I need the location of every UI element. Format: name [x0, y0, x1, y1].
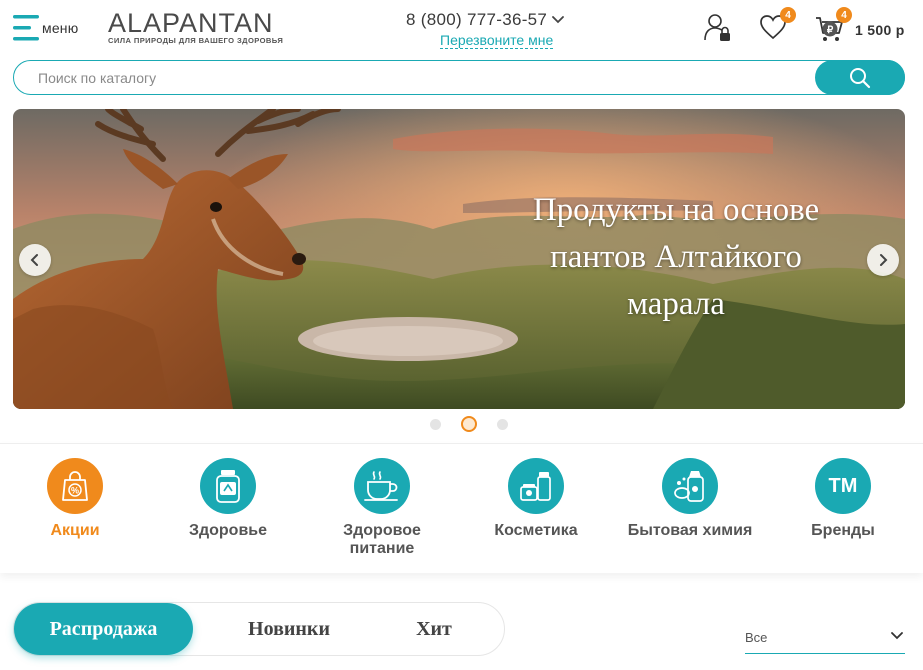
slider-pagination: [420, 416, 518, 432]
slider-dot-3[interactable]: [497, 418, 508, 430]
household-chemicals-icon: [674, 471, 704, 502]
cart-sum[interactable]: 1 500 р: [855, 22, 905, 38]
favorites-button[interactable]: 4: [759, 7, 796, 45]
slider-dot-2[interactable]: [461, 416, 477, 432]
tab-hit[interactable]: Хит: [369, 603, 499, 655]
slider-next-button[interactable]: [867, 244, 899, 276]
banner-line-1: Продукты на основе: [532, 192, 820, 228]
tab-new[interactable]: Новинки: [209, 603, 369, 655]
category-label: Косметика: [494, 522, 578, 539]
category-bar: % Акции Здоровье Здоровое питание Космет…: [0, 443, 923, 573]
svg-text:%: %: [71, 486, 79, 496]
svg-text:₽: ₽: [827, 25, 834, 36]
category-household-circle: [662, 458, 718, 514]
cart-button[interactable]: ₽ 4: [815, 7, 852, 48]
trademark-icon: TM: [828, 474, 858, 497]
category-label: Акции: [50, 522, 100, 539]
category-label: Здоровье: [188, 522, 268, 539]
category-sale[interactable]: % Акции: [10, 458, 140, 540]
category-health-circle: [200, 458, 256, 514]
phone-text: 8 (800) 777-36-57: [406, 10, 548, 29]
category-label: Бытовая химия: [627, 522, 753, 539]
cosmetics-icon: [520, 472, 551, 501]
category-label: Здоровое питание: [343, 522, 421, 557]
category-healthy-food[interactable]: Здоровое питание: [317, 458, 447, 558]
chevron-left-icon: [30, 254, 38, 266]
category-household[interactable]: Бытовая химия: [625, 458, 755, 540]
logo-tagline: СИЛА ПРИРОДЫ ДЛЯ ВАШЕГО ЗДОРОВЬЯ: [108, 36, 284, 45]
category-brands[interactable]: TM Бренды: [778, 458, 908, 540]
product-tabs: Распродажа Новинки Хит: [13, 602, 505, 656]
supplement-jar-icon: [216, 470, 240, 503]
category-health[interactable]: Здоровье: [163, 458, 293, 540]
header: меню ALAPANTAN СИЛА ПРИРОДЫ ДЛЯ ВАШЕГО З…: [0, 0, 923, 58]
phone-number[interactable]: 8 (800) 777-36-57: [406, 10, 586, 30]
logo-wordmark: ALAPANTAN: [108, 9, 274, 35]
banner-line-2: пантов Алтайкого: [550, 239, 802, 275]
favorites-badge: 4: [780, 7, 796, 23]
filter-select[interactable]: Все: [745, 620, 905, 654]
discount-bag-icon: %: [62, 471, 88, 501]
slider-prev-button[interactable]: [19, 244, 51, 276]
tab-sale[interactable]: Распродажа: [14, 603, 193, 655]
search-button[interactable]: [815, 60, 905, 95]
category-cosmetics[interactable]: Косметика: [471, 458, 601, 540]
category-brands-circle: TM: [815, 458, 871, 514]
category-label: Бренды: [811, 522, 875, 539]
chevron-right-icon: [880, 254, 888, 266]
category-cosmetics-circle: [508, 458, 564, 514]
menu-button[interactable]: меню: [13, 14, 78, 42]
search-bar: [13, 60, 905, 95]
logo-text: ALAPANTAN: [108, 9, 274, 35]
user-lock-icon: [704, 14, 730, 41]
tea-cup-icon: [364, 471, 398, 501]
banner-headline: Продукты на основе пантов Алтайкого мара…: [481, 187, 871, 328]
callback-link[interactable]: Перезвоните мне: [440, 32, 554, 49]
filter-select-value: Все: [745, 630, 768, 645]
category-sale-circle: %: [47, 458, 103, 514]
promo-banner[interactable]: Продукты на основе пантов Алтайкого мара…: [13, 109, 905, 409]
hamburger-icon: [13, 15, 39, 41]
banner-line-3: марала: [627, 286, 725, 322]
menu-label: меню: [42, 20, 79, 36]
chevron-down-icon: [552, 16, 565, 24]
search-input[interactable]: [38, 61, 808, 94]
cart-badge: 4: [836, 7, 852, 23]
contacts: 8 (800) 777-36-57 Перезвоните мне: [406, 10, 586, 50]
account-button[interactable]: [704, 12, 732, 47]
logo[interactable]: ALAPANTAN СИЛА ПРИРОДЫ ДЛЯ ВАШЕГО ЗДОРОВ…: [108, 9, 308, 45]
slider-dot-1[interactable]: [430, 418, 441, 430]
search-icon: [850, 67, 871, 88]
chevron-down-icon: [891, 632, 903, 640]
category-food-circle: [354, 458, 410, 514]
